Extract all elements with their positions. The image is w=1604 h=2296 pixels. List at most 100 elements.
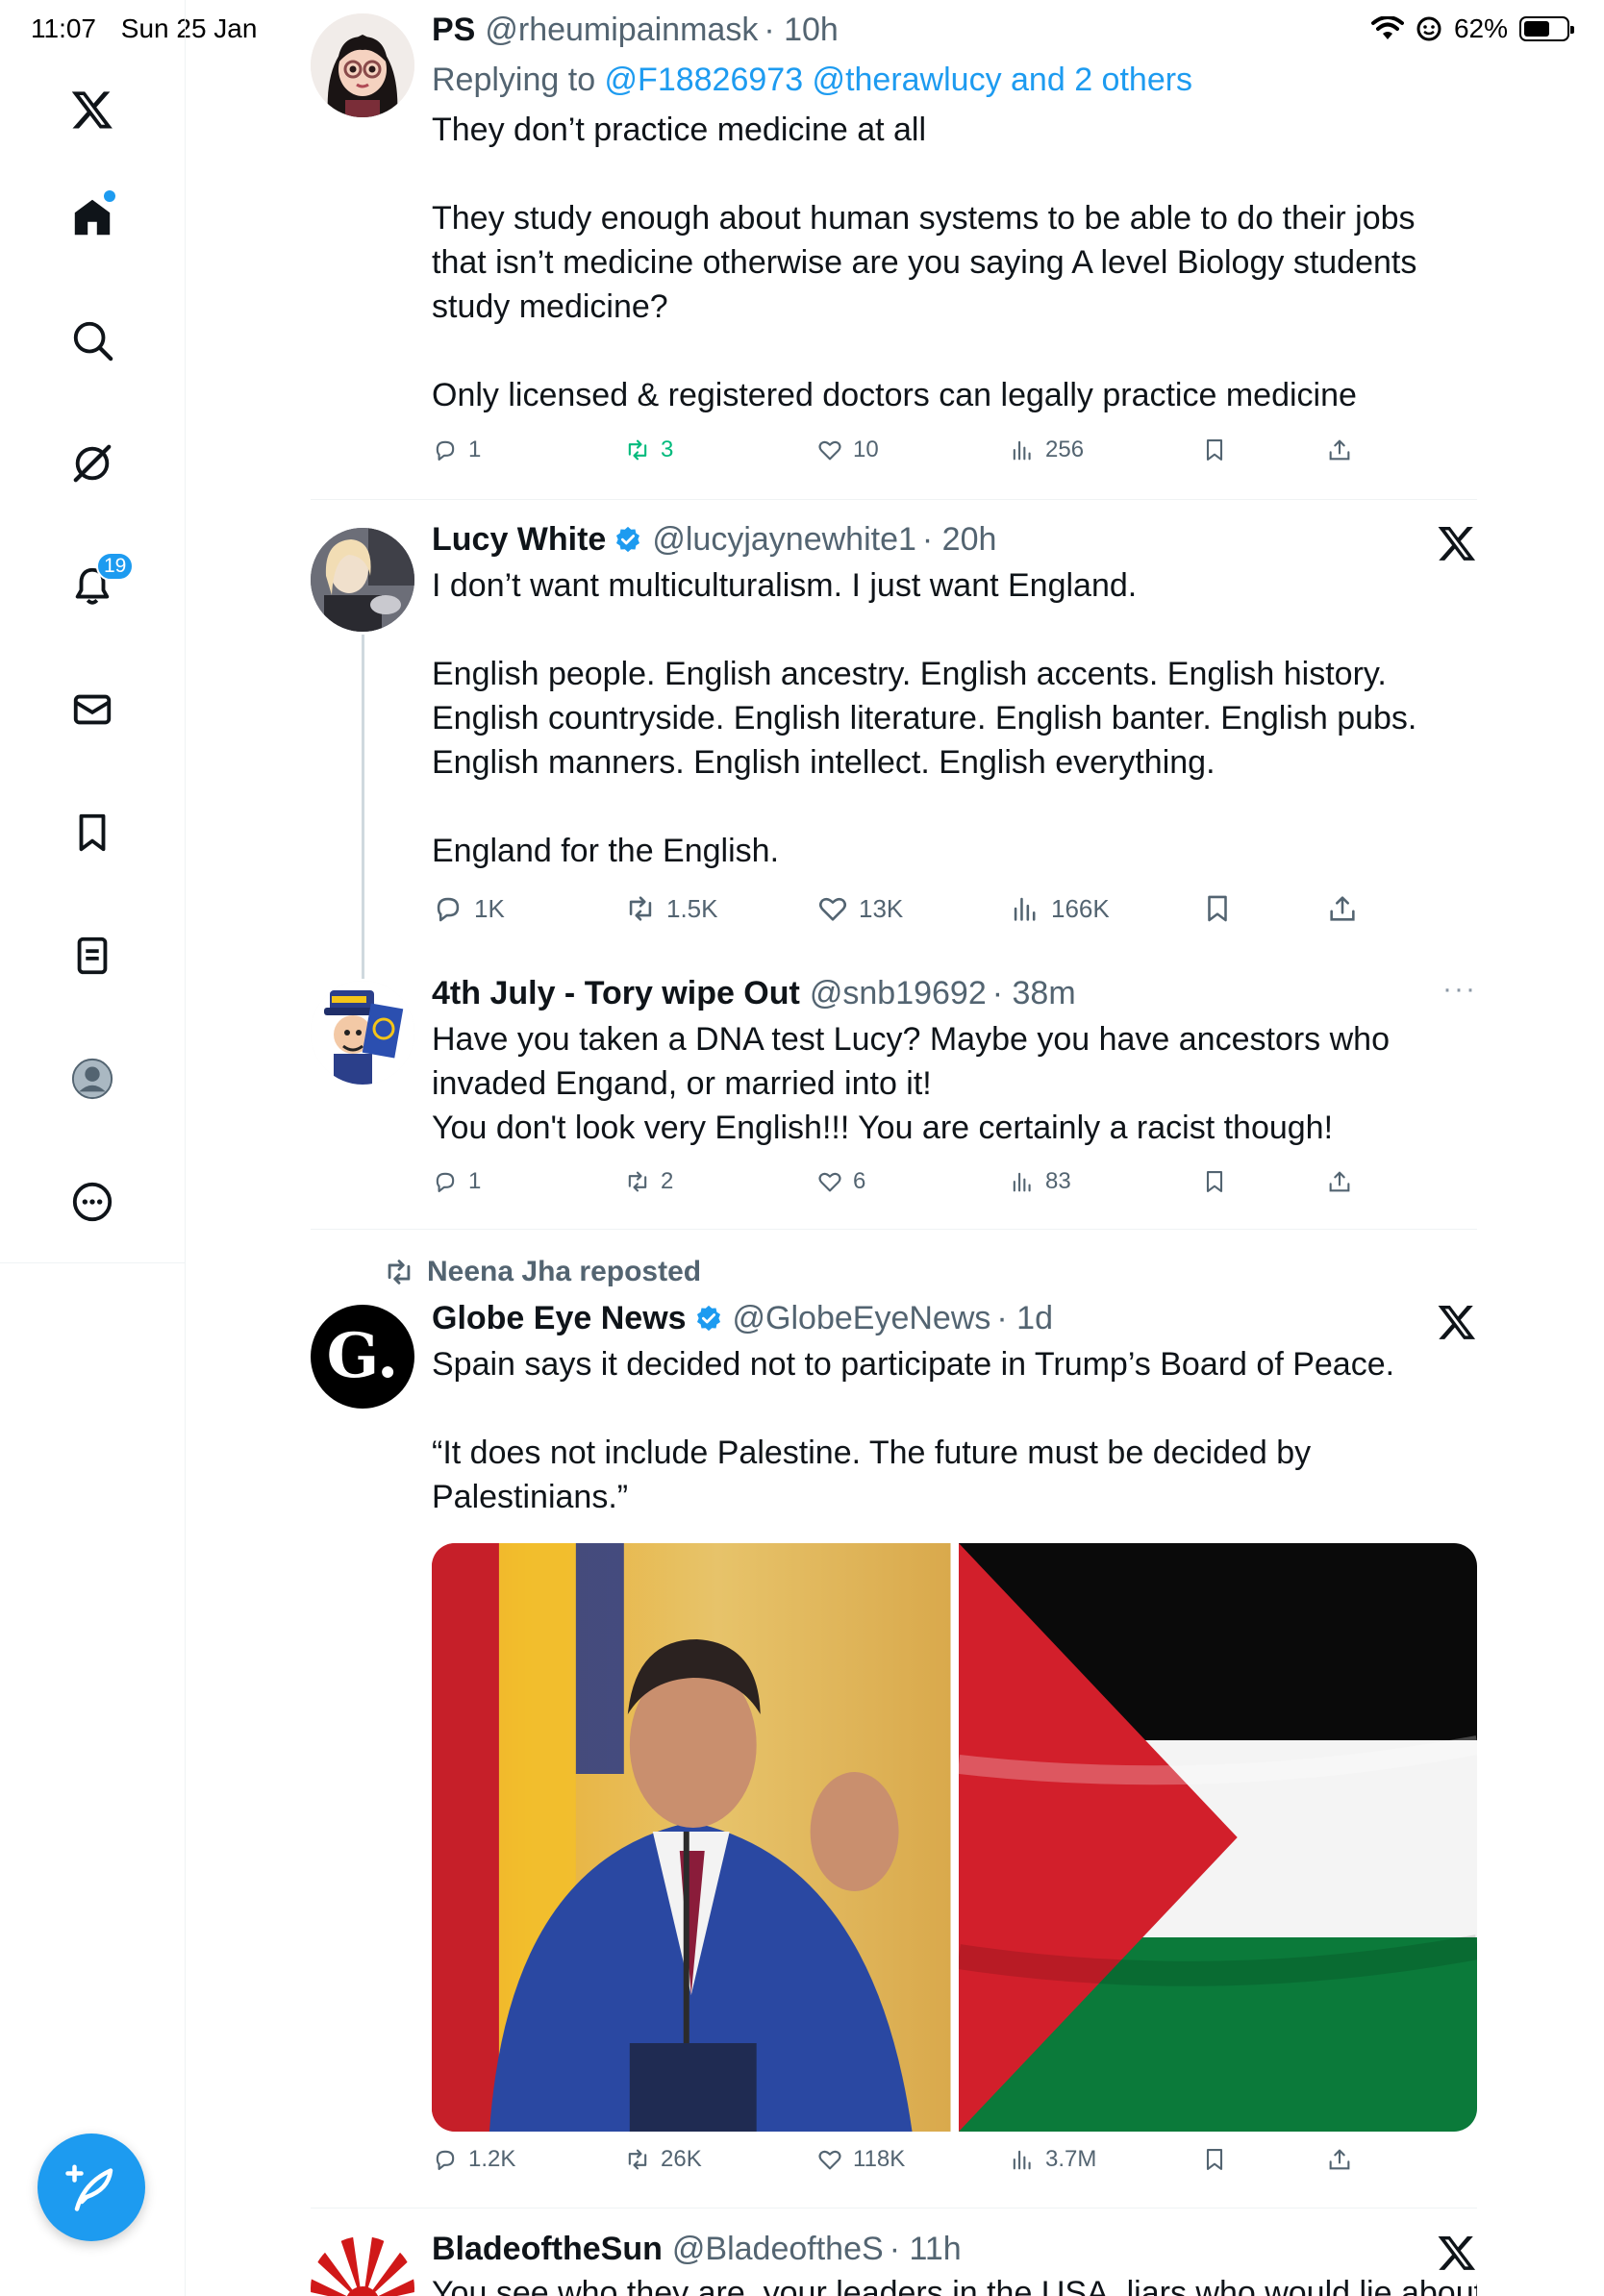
- tweet-text: Spain says it decided not to participate…: [432, 1346, 1395, 1515]
- author-name[interactable]: 4th July - Tory wipe Out: [432, 973, 800, 1013]
- repost-button[interactable]: 3: [624, 437, 673, 463]
- avatar[interactable]: [311, 528, 414, 632]
- repost-icon: [388, 1260, 411, 1285]
- tweet-header: PS @rheumipainmask · 10h: [432, 10, 1477, 50]
- replying-to-links[interactable]: @F18826973 @therawlucy and 2 others: [605, 62, 1193, 98]
- nav-grok[interactable]: [46, 417, 138, 510]
- nav-home[interactable]: [46, 171, 138, 263]
- tweet-actions: 1 2 6 83: [432, 1168, 1477, 1207]
- tweet[interactable]: BladeoftheSun @BladeoftheS · 11h You see…: [311, 2229, 1477, 2296]
- cartoon-avatar-icon: [311, 13, 414, 117]
- repost-button[interactable]: 26K: [624, 2146, 702, 2173]
- views-count: 83: [1045, 1168, 1071, 1194]
- avatar[interactable]: [311, 981, 414, 1085]
- views-button[interactable]: 83: [1009, 1168, 1071, 1195]
- nav-bookmarks[interactable]: [46, 786, 138, 879]
- compose-post-button[interactable]: [38, 2134, 145, 2241]
- views-button[interactable]: 3.7M: [1009, 2146, 1096, 2173]
- reply-count: 1: [468, 437, 482, 462]
- author-handle[interactable]: @BladeoftheS: [672, 2229, 884, 2269]
- side-navigation: 19: [0, 0, 186, 1263]
- repost-context[interactable]: Neena Jha reposted: [383, 1256, 701, 1288]
- repost-button[interactable]: 1.5K: [624, 892, 718, 925]
- author-name[interactable]: Lucy White: [432, 519, 606, 560]
- reply-button[interactable]: 1.2K: [432, 2146, 515, 2173]
- repost-icon: [628, 1171, 647, 1192]
- author-handle[interactable]: @snb19692: [810, 973, 987, 1013]
- bookmark-icon: [79, 813, 106, 852]
- share-button[interactable]: [1326, 1168, 1353, 1195]
- tweet-text: They don’t practice medicine at all They…: [432, 112, 1417, 413]
- nav-lists[interactable]: [46, 910, 138, 1002]
- tweet-divider: [311, 499, 1477, 500]
- tweet-divider: [311, 1229, 1477, 1230]
- bookmark-button[interactable]: [1201, 892, 1234, 925]
- more-circle-icon: [72, 1182, 113, 1222]
- reply-button[interactable]: 1: [432, 437, 481, 463]
- like-button[interactable]: 10: [816, 437, 879, 463]
- author-handle[interactable]: @rheumipainmask: [485, 10, 758, 50]
- views-chart-icon: [1013, 440, 1031, 461]
- like-button[interactable]: 6: [816, 1168, 865, 1195]
- like-button[interactable]: 118K: [816, 2146, 905, 2173]
- tweet-media[interactable]: [432, 1543, 1477, 2132]
- author-name[interactable]: Globe Eye News: [432, 1298, 687, 1338]
- reply-icon: [436, 1172, 455, 1192]
- tweet[interactable]: 4th July - Tory wipe Out @snb19692 · 38m…: [311, 973, 1477, 1204]
- repost-count: 1.5K: [666, 893, 718, 923]
- bookmark-button[interactable]: [1201, 1168, 1228, 1195]
- tweet-time[interactable]: · 10h: [764, 10, 839, 50]
- x-logo-icon[interactable]: [1437, 1302, 1477, 1342]
- author-handle[interactable]: @GlobeEyeNews: [733, 1298, 991, 1338]
- repost-count: 26K: [661, 2146, 702, 2172]
- views-button[interactable]: 256: [1009, 437, 1084, 463]
- verified-badge-icon: [616, 526, 640, 553]
- media-photo-speaker[interactable]: [432, 1543, 951, 2132]
- reply-icon: [436, 2150, 455, 2170]
- media-photo-flag[interactable]: [958, 1543, 1477, 2132]
- author-name[interactable]: BladeoftheSun: [432, 2229, 663, 2269]
- tweet-time[interactable]: · 1d: [996, 1298, 1053, 1338]
- author-handle[interactable]: @lucyjaynewhite1: [652, 519, 916, 560]
- tweet-header: Lucy White @lucyjaynewhite1 · 20h: [432, 519, 1477, 560]
- reply-button[interactable]: 1K: [432, 892, 505, 925]
- reply-count: 1K: [474, 893, 505, 923]
- x-logo-button[interactable]: [46, 63, 138, 156]
- share-icon: [1329, 1171, 1350, 1192]
- x-logo-icon: [71, 91, 113, 129]
- nav-profile[interactable]: [46, 1033, 138, 1125]
- tweet-time[interactable]: · 20h: [922, 519, 997, 560]
- reply-count: 1: [468, 1168, 482, 1194]
- tweet-actions: 1.2K 26K 118K 3.7M: [432, 2146, 1477, 2184]
- repost-count: 3: [661, 437, 674, 462]
- nav-notifications[interactable]: 19: [46, 540, 138, 633]
- avatar[interactable]: [311, 13, 414, 117]
- share-icon: [1330, 896, 1355, 921]
- reply-button[interactable]: 1: [432, 1168, 481, 1195]
- repost-button[interactable]: 2: [624, 1168, 673, 1195]
- nav-messages[interactable]: [46, 663, 138, 756]
- speaker-photo-image: [432, 1543, 951, 2132]
- nav-search[interactable]: [46, 294, 138, 387]
- like-button[interactable]: 13K: [816, 892, 903, 925]
- bookmark-button[interactable]: [1201, 2146, 1228, 2173]
- author-name[interactable]: PS: [432, 10, 475, 50]
- x-logo-icon[interactable]: [1437, 2233, 1477, 2273]
- bookmark-button[interactable]: [1201, 437, 1228, 463]
- tweet-time[interactable]: · 11h: [890, 2229, 962, 2269]
- like-count: 13K: [859, 893, 904, 923]
- avatar[interactable]: [311, 2236, 414, 2296]
- x-logo-icon[interactable]: [1437, 523, 1477, 563]
- tweet[interactable]: PS @rheumipainmask · 10h Replying to @F1…: [311, 10, 1477, 490]
- tweet[interactable]: Lucy White @lucyjaynewhite1 · 20h I don’…: [311, 519, 1477, 942]
- views-count: 3.7M: [1045, 2146, 1097, 2172]
- views-button[interactable]: 166K: [1009, 892, 1110, 925]
- avatar[interactable]: G.: [311, 1305, 414, 1409]
- share-button[interactable]: [1326, 2146, 1353, 2173]
- more-options-button[interactable]: ···: [1442, 973, 1477, 1006]
- tweet-time[interactable]: · 38m: [992, 973, 1076, 1013]
- share-button[interactable]: [1326, 892, 1359, 925]
- nav-more[interactable]: [46, 1156, 138, 1248]
- like-count: 10: [853, 437, 879, 462]
- share-button[interactable]: [1326, 437, 1353, 463]
